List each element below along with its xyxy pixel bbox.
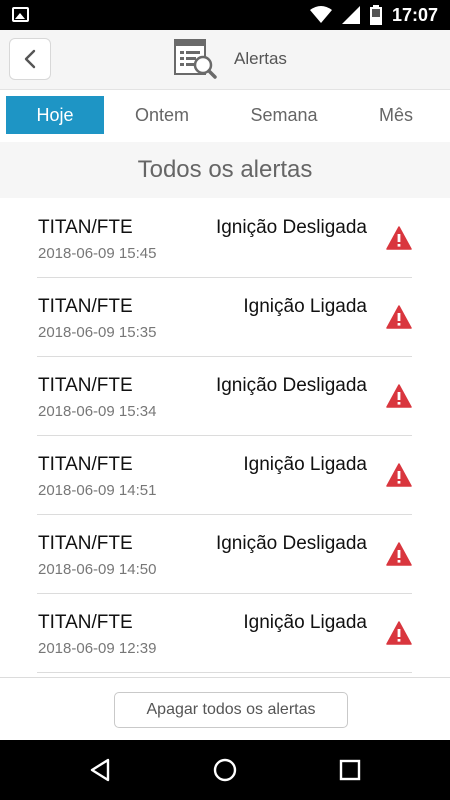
alert-time: 2018-06-09 14:51 xyxy=(38,482,157,499)
alert-item[interactable]: TITAN/FTE 2018-06-09 15:34 Ignição Desli… xyxy=(37,357,412,436)
warning-triangle-icon xyxy=(386,305,412,329)
footer: Apagar todos os alertas xyxy=(0,677,450,740)
warning-triangle-icon xyxy=(386,384,412,408)
status-time: 17:07 xyxy=(391,4,438,25)
alert-event: Ignição Desligada xyxy=(215,217,367,238)
nav-recents-button[interactable] xyxy=(335,755,365,785)
circle-home-icon xyxy=(213,758,237,782)
alert-item[interactable]: TITAN/FTE 2018-06-09 14:51 Ignição Ligad… xyxy=(37,436,412,515)
chevron-left-icon xyxy=(24,49,36,69)
warning-triangle-icon xyxy=(386,226,412,250)
status-bar: 17:07 xyxy=(0,0,450,30)
alert-item[interactable]: TITAN/FTE 2018-06-09 14:50 Ignição Desli… xyxy=(37,515,412,594)
section-title: Todos os alertas xyxy=(0,142,450,198)
alert-time: 2018-06-09 12:39 xyxy=(38,640,157,657)
navigation-bar xyxy=(0,740,450,800)
alert-item[interactable]: TITAN/FTE 2018-06-09 12:39 Ignição Ligad… xyxy=(37,594,412,673)
triangle-back-icon xyxy=(90,758,110,782)
signal-icon xyxy=(341,6,360,24)
alert-event: Ignição Ligada xyxy=(243,454,367,475)
page-title: Alertas xyxy=(234,49,287,68)
alert-device: TITAN/FTE xyxy=(38,375,133,396)
app-header: Alertas xyxy=(0,30,450,90)
alert-item[interactable]: TITAN/FTE 2018-06-09 15:45 Ignição Desli… xyxy=(37,199,412,278)
status-icons: 17:07 xyxy=(309,0,438,30)
tab-semana[interactable]: Semana xyxy=(236,96,332,134)
alert-event: Ignição Desligada xyxy=(215,375,367,396)
report-search-icon xyxy=(174,39,217,79)
warning-triangle-icon xyxy=(386,542,412,566)
nav-back-button[interactable] xyxy=(85,755,115,785)
tab-hoje[interactable]: Hoje xyxy=(6,96,104,134)
alert-event: Ignição Desligada xyxy=(215,533,367,554)
alert-event: Ignição Ligada xyxy=(243,612,367,633)
clear-all-alerts-button[interactable]: Apagar todos os alertas xyxy=(114,692,348,728)
square-recents-icon xyxy=(339,759,361,781)
back-button[interactable] xyxy=(9,38,51,80)
alert-time: 2018-06-09 15:35 xyxy=(38,324,157,341)
warning-triangle-icon xyxy=(386,621,412,645)
alert-device: TITAN/FTE xyxy=(38,296,133,317)
nav-home-button[interactable] xyxy=(210,755,240,785)
alert-event: Ignição Ligada xyxy=(243,296,367,317)
battery-icon xyxy=(369,5,382,25)
alert-time: 2018-06-09 15:34 xyxy=(38,403,157,420)
alert-device: TITAN/FTE xyxy=(38,612,133,633)
wifi-icon xyxy=(309,6,332,23)
image-notification-icon xyxy=(12,7,29,22)
tab-ontem[interactable]: Ontem xyxy=(117,96,207,134)
alert-item[interactable]: TITAN/FTE 2018-06-09 15:35 Ignição Ligad… xyxy=(37,278,412,357)
alert-time: 2018-06-09 15:45 xyxy=(38,245,157,262)
alert-time: 2018-06-09 14:50 xyxy=(38,561,157,578)
tab-mes[interactable]: Mês xyxy=(362,96,430,134)
alert-device: TITAN/FTE xyxy=(38,533,133,554)
warning-triangle-icon xyxy=(386,463,412,487)
alert-list[interactable]: TITAN/FTE 2018-06-09 15:45 Ignição Desli… xyxy=(0,199,450,677)
alert-device: TITAN/FTE xyxy=(38,454,133,475)
alert-device: TITAN/FTE xyxy=(38,217,133,238)
period-tabs: Hoje Ontem Semana Mês xyxy=(0,91,450,139)
